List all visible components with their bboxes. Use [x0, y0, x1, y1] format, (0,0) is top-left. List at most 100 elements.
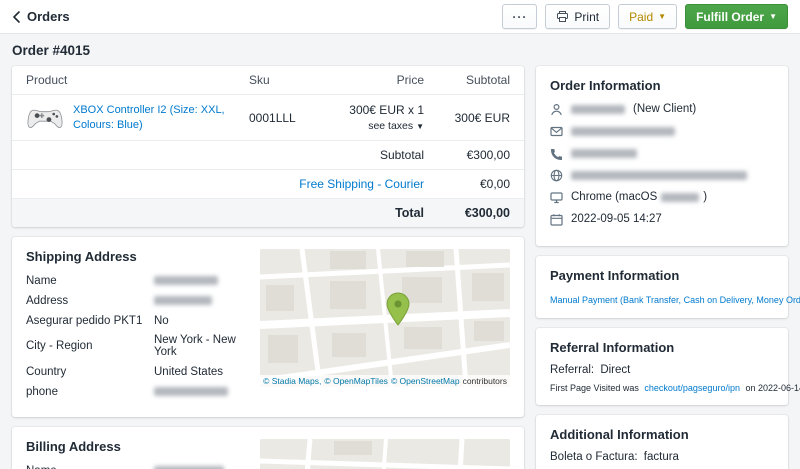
first-page-suffix: on 2022-06-14 12:17	[745, 383, 800, 393]
first-page-link[interactable]: checkout/pagseguro/ipn	[644, 383, 740, 393]
billing-address-fields: Billing Address Name Address Asegurar pe…	[26, 439, 246, 469]
browser-prefix: Chrome (macOS	[571, 191, 657, 203]
content: Product Sku Price Subtotal XBOX Con	[0, 66, 800, 469]
redacted-value	[154, 276, 218, 285]
browser-row: Chrome (macOS )	[550, 190, 774, 204]
print-label: Print	[574, 10, 599, 24]
new-client-label: (New Client)	[633, 103, 696, 115]
field-label: Name	[26, 465, 154, 469]
items-table-header: Product Sku Price Subtotal	[12, 66, 524, 95]
payment-information-title: Payment Information	[550, 268, 774, 283]
browser-suffix: )	[703, 191, 707, 203]
additional-information-title: Additional Information	[550, 427, 774, 442]
email-row	[550, 124, 774, 138]
calendar-icon	[550, 213, 563, 226]
openmaptiles-link[interactable]: © OpenMapTiles	[324, 375, 388, 387]
product-title-link[interactable]: XBOX Controller I2 (Size: XXL, Colours: …	[73, 103, 249, 132]
referral-information-card: Referral Information Referral: Direct Fi…	[536, 328, 788, 405]
redacted-email	[571, 127, 675, 136]
boleta-row: Boleta o Factura: factura	[550, 451, 774, 463]
billing-address-card: Billing Address Name Address Asegurar pe…	[12, 427, 524, 469]
redacted-url	[571, 171, 747, 180]
field-label: Country	[26, 366, 154, 378]
stadia-link[interactable]: © Stadia Maps,	[263, 375, 321, 387]
shipping-address-fields: Shipping Address Name Address Asegurar p…	[26, 249, 246, 405]
additional-information-card: Additional Information Boleta o Factura:…	[536, 415, 788, 469]
paid-status-button[interactable]: Paid ▼	[618, 4, 677, 29]
total-value: €300,00	[424, 206, 510, 220]
field-value: United States	[154, 366, 223, 378]
total-label: Total	[395, 206, 424, 220]
attrib-contributors: contributors	[463, 375, 507, 387]
field-label: phone	[26, 386, 154, 398]
chevron-down-icon: ▼	[769, 13, 777, 21]
chevron-down-icon: ▼	[416, 122, 424, 131]
billing-map[interactable]	[260, 439, 510, 469]
first-page-row: First Page Visited was checkout/pagsegur…	[550, 383, 774, 393]
shipping-method-link[interactable]: Free Shipping - Courier	[299, 177, 424, 191]
map-attribution: Leaflet | © Stadia Maps, © OpenMapTiles …	[260, 375, 510, 387]
product-cell: XBOX Controller I2 (Size: XXL, Colours: …	[26, 103, 249, 132]
price-cell: 300€ EUR x 1 see taxes ▼	[319, 103, 424, 132]
osm-link[interactable]: © OpenStreetMap	[391, 375, 460, 387]
field-row-phone: phone	[26, 385, 246, 398]
globe-icon	[550, 169, 563, 182]
field-row-city: City - Region New York - New York	[26, 334, 246, 358]
page-title: Order #4015	[0, 34, 800, 66]
price-value: 300€ EUR x 1	[319, 103, 424, 117]
printer-icon	[556, 10, 569, 23]
left-column: Product Sku Price Subtotal XBOX Con	[12, 66, 524, 469]
right-column: Order Information (New Client)	[536, 66, 788, 469]
phone-row	[550, 146, 774, 160]
ip-row	[550, 168, 774, 182]
referral-information-title: Referral Information	[550, 340, 774, 355]
referral-label: Referral:	[550, 364, 594, 376]
see-taxes-label: see taxes	[368, 120, 413, 132]
see-taxes-toggle[interactable]: see taxes ▼	[319, 120, 424, 132]
col-sku: Sku	[249, 73, 319, 87]
email-icon	[550, 125, 563, 138]
person-icon	[550, 103, 563, 116]
col-price: Price	[319, 73, 424, 87]
field-value: New York - New York	[154, 334, 246, 358]
shipping-value: €0,00	[424, 177, 510, 191]
paid-label: Paid	[629, 10, 653, 24]
field-row-name: Name	[26, 274, 246, 287]
shipping-address-card: Shipping Address Name Address Asegurar p…	[12, 237, 524, 417]
subtotal-label: Subtotal	[380, 148, 424, 162]
subtotal-row: Subtotal €300,00	[12, 140, 524, 169]
fulfill-order-button[interactable]: Fulfill Order ▼	[685, 4, 788, 29]
more-label: ···	[512, 10, 527, 24]
redacted-value	[154, 296, 212, 305]
payment-information-card: Payment Information Manual Payment (Bank…	[536, 256, 788, 318]
more-actions-button[interactable]: ···	[502, 4, 537, 29]
order-information-title: Order Information	[550, 78, 774, 93]
field-value: No	[154, 315, 169, 327]
first-page-prefix: First Page Visited was	[550, 383, 639, 393]
back-to-orders-link[interactable]: Orders	[12, 9, 70, 24]
redacted-phone	[571, 149, 637, 158]
field-row-address: Address	[26, 294, 246, 307]
order-date: 2022-09-05 14:27	[571, 213, 662, 225]
field-label: Asegurar pedido PKT1	[26, 315, 154, 327]
col-product: Product	[26, 73, 249, 87]
shipping-row: Free Shipping - Courier €0,00	[12, 169, 524, 198]
line-subtotal-value: 300€ EUR	[424, 111, 510, 125]
customer-row: (New Client)	[550, 102, 774, 116]
field-label: Name	[26, 275, 154, 287]
order-items-card: Product Sku Price Subtotal XBOX Con	[12, 66, 524, 227]
referral-row: Referral: Direct	[550, 364, 774, 376]
chevron-left-icon	[12, 11, 20, 23]
payment-method-link[interactable]: Manual Payment (Bank Transfer, Cash on D…	[550, 295, 800, 305]
boleta-label: Boleta o Factura:	[550, 451, 638, 463]
fulfill-label: Fulfill Order	[696, 10, 764, 24]
field-row-country: Country United States	[26, 365, 246, 378]
sku-value: 0001LLL	[249, 111, 319, 125]
redacted-value	[154, 387, 228, 396]
redacted-customer-name	[571, 105, 625, 114]
print-button[interactable]: Print	[545, 4, 610, 29]
shipping-address-title: Shipping Address	[26, 249, 246, 264]
field-label: Address	[26, 295, 154, 307]
field-label: City - Region	[26, 340, 154, 352]
shipping-map[interactable]: Leaflet | © Stadia Maps, © OpenMapTiles …	[260, 249, 510, 387]
